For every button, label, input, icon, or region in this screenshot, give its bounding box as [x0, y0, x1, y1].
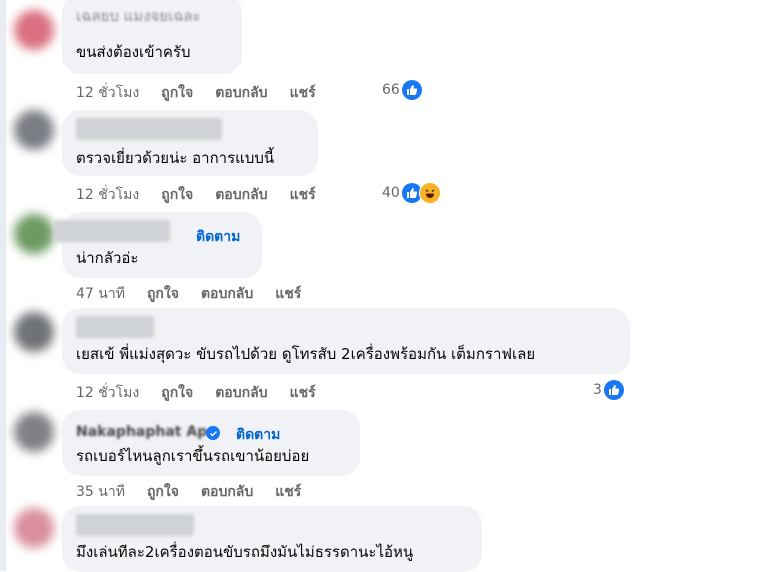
- share-button[interactable]: แชร์: [290, 85, 316, 101]
- comment-text: เยสเข้ พี่แม่งสุดวะ ขับรถไปด้วย ดูโทรสับ…: [76, 345, 536, 363]
- like-icon: [401, 80, 422, 100]
- comment-bubble: Nakaphaphat Ap ติดตาม รถเบอร์ไหนลูกเราขึ…: [62, 410, 360, 476]
- author-name-redacted[interactable]: [76, 514, 194, 536]
- reply-button[interactable]: ตอบกลับ: [215, 187, 267, 203]
- avatar[interactable]: [14, 312, 54, 352]
- reply-button[interactable]: ตอบกลับ: [215, 85, 267, 101]
- comment-text: รถเบอร์ไหนลูกเราขึ้นรถเขาน้อยบ่อย: [76, 447, 310, 465]
- avatar[interactable]: [14, 412, 54, 452]
- comment-actions: 35 นาที ถูกใจ ตอบกลับ แชร์: [76, 481, 323, 503]
- comment-bubble: ติดตาม น่ากลัวอ่ะ: [54, 212, 262, 278]
- avatar[interactable]: [14, 10, 54, 50]
- author-name-redacted[interactable]: [76, 316, 154, 338]
- comment-text: ขนส่งต้องเข้าครับ: [76, 43, 191, 61]
- like-button[interactable]: ถูกใจ: [161, 85, 193, 101]
- share-button[interactable]: แชร์: [275, 484, 301, 500]
- timestamp[interactable]: 12 ชั่วโมง: [76, 385, 139, 401]
- comment-text: น่ากลัวอ่ะ: [76, 249, 139, 267]
- follow-link[interactable]: ติดตาม: [196, 226, 240, 248]
- timestamp[interactable]: 35 นาที: [76, 484, 125, 500]
- comment-actions: 12 ชั่วโมง ถูกใจ ตอบกลับ แชร์: [76, 82, 338, 104]
- comment-bubble: ตรวจเยี่ยวด้วยน่ะ อาการแบบนี้: [62, 110, 318, 176]
- share-button[interactable]: แชร์: [290, 385, 316, 401]
- timestamp[interactable]: 47 นาที: [76, 286, 125, 302]
- follow-link[interactable]: ติดตาม: [236, 424, 280, 446]
- verified-badge-icon: [206, 426, 220, 440]
- timestamp[interactable]: 12 ชั่วโมง: [76, 187, 139, 203]
- comment-text-partial: เฉลยบ แมงจยเฉละ: [76, 7, 201, 25]
- haha-icon: [418, 182, 441, 204]
- like-button[interactable]: ถูกใจ: [161, 385, 193, 401]
- like-icon: [603, 380, 624, 400]
- comment-bubble: เยสเข้ พี่แม่งสุดวะ ขับรถไปด้วย ดูโทรสับ…: [62, 308, 630, 374]
- reaction-summary[interactable]: 3: [593, 380, 624, 400]
- comment-actions: 12 ชั่วโมง ถูกใจ ตอบกลับ แชร์: [76, 184, 338, 206]
- timestamp[interactable]: 12 ชั่วโมง: [76, 85, 139, 101]
- share-button[interactable]: แชร์: [290, 187, 316, 203]
- avatar[interactable]: [14, 508, 54, 548]
- reply-button[interactable]: ตอบกลับ: [201, 286, 253, 302]
- reply-button[interactable]: ตอบกลับ: [201, 484, 253, 500]
- left-edge: [0, 0, 6, 571]
- avatar[interactable]: [14, 214, 54, 254]
- author-name-redacted[interactable]: [76, 118, 222, 140]
- reply-button[interactable]: ตอบกลับ: [215, 385, 267, 401]
- comment-bubble: เฉลยบ แมงจยเฉละ ขนส่งต้องเข้าครับ: [62, 0, 242, 74]
- comment-bubble: มึงเล่นทีละ2เครื่องตอนขับรถมึงมันไม่ธรรด…: [62, 506, 482, 572]
- author-name[interactable]: Nakaphaphat Ap: [76, 422, 207, 442]
- reaction-count: 3: [593, 382, 602, 398]
- reaction-count: 66: [382, 82, 400, 98]
- comment-text: ตรวจเยี่ยวด้วยน่ะ อาการแบบนี้: [76, 149, 275, 167]
- share-button[interactable]: แชร์: [275, 286, 301, 302]
- reaction-count: 40: [382, 185, 400, 201]
- author-name-redacted[interactable]: [54, 220, 170, 242]
- reaction-summary[interactable]: 66: [382, 80, 422, 100]
- comment-text: มึงเล่นทีละ2เครื่องตอนขับรถมึงมันไม่ธรรด…: [76, 543, 414, 561]
- avatar[interactable]: [14, 110, 54, 150]
- like-button[interactable]: ถูกใจ: [161, 187, 193, 203]
- like-button[interactable]: ถูกใจ: [147, 484, 179, 500]
- comment-actions: 12 ชั่วโมง ถูกใจ ตอบกลับ แชร์: [76, 382, 338, 404]
- like-button[interactable]: ถูกใจ: [147, 286, 179, 302]
- comment-actions: 47 นาที ถูกใจ ตอบกลับ แชร์: [76, 283, 323, 305]
- reaction-summary[interactable]: 40: [382, 182, 441, 204]
